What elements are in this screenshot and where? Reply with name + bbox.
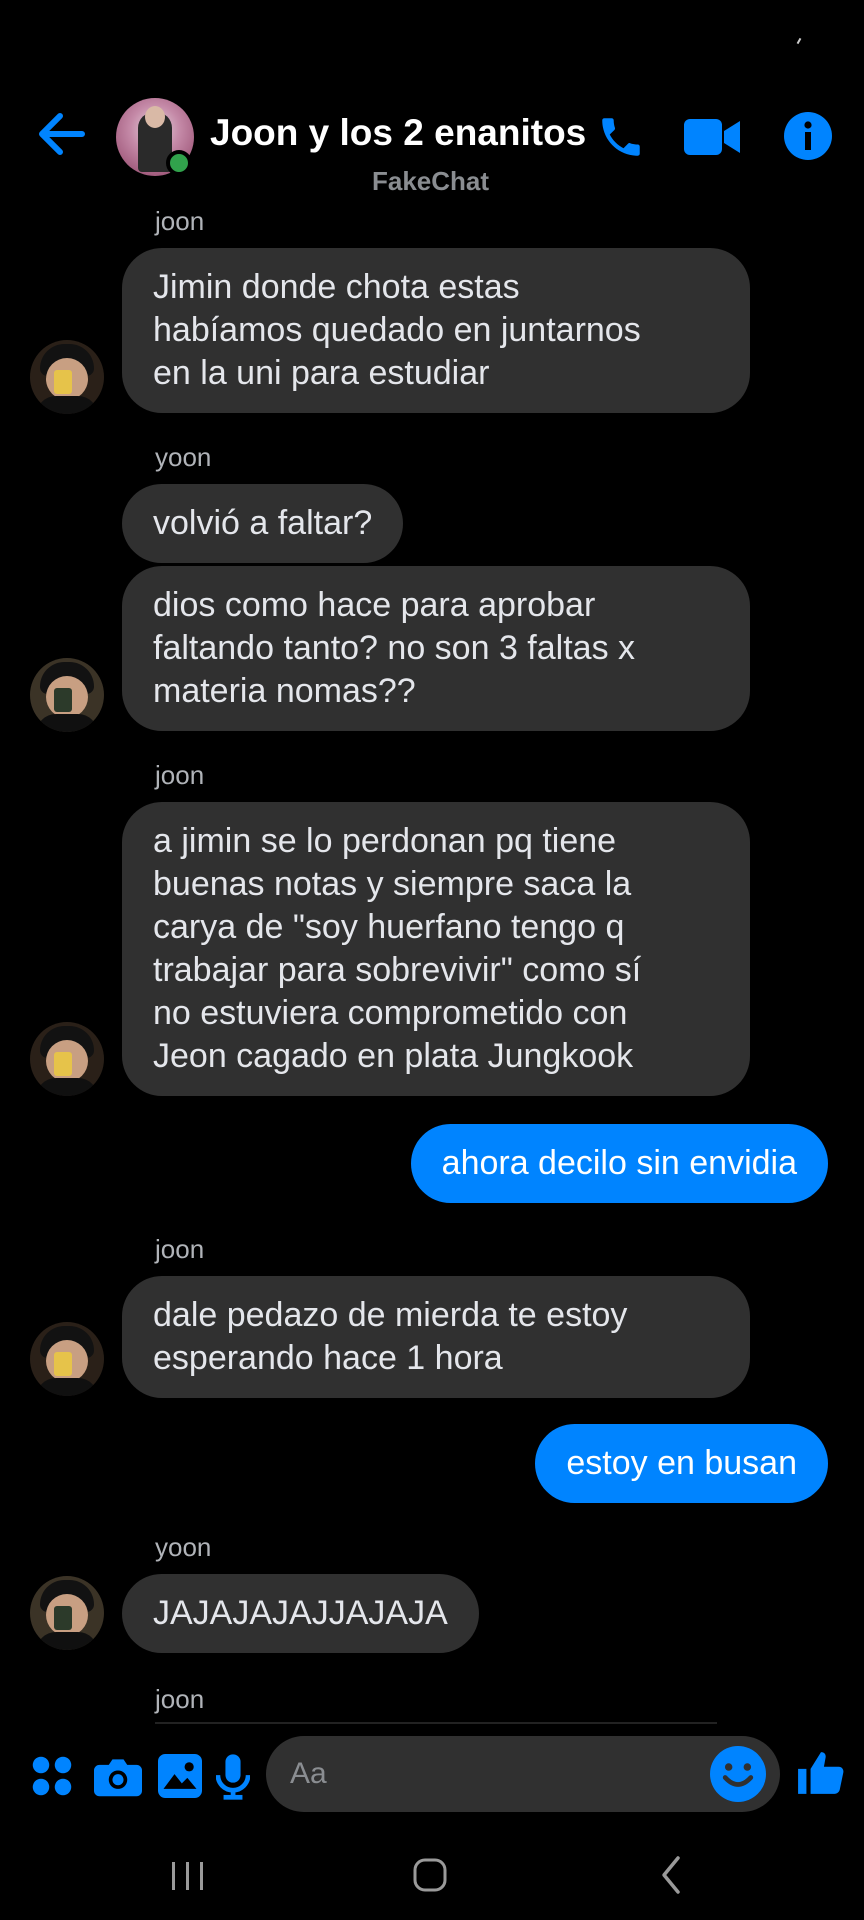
message-line: materia nomas?? <box>153 672 416 710</box>
recent-apps-icon[interactable] <box>158 1850 218 1900</box>
message-line: faltando tanto? no son 3 faltas x <box>153 629 636 667</box>
back-arrow-icon <box>39 113 85 155</box>
gallery-icon[interactable] <box>158 1754 202 1798</box>
chat-header: Joon y los 2 enanitos FakeChat <box>0 92 864 202</box>
message-line: trabajar para sobrevivir" como sí <box>153 951 642 989</box>
message-bubble[interactable]: dios como hace para aprobar faltando tan… <box>122 566 750 731</box>
sender-name: joon <box>155 1684 205 1714</box>
message-line: Jeon cagado en plata Jungkook <box>153 1037 634 1075</box>
message-input[interactable] <box>290 1750 690 1798</box>
message-line: a jimin se lo perdonan pq tiene <box>153 822 617 860</box>
chat-subtitle: FakeChat <box>372 166 490 196</box>
emoji-icon[interactable] <box>710 1746 766 1802</box>
home-icon[interactable] <box>400 1850 460 1900</box>
message-line: estoy en busan <box>566 1444 797 1482</box>
status-indicator <box>796 37 802 45</box>
avatar[interactable] <box>30 340 104 414</box>
sender-name: yoon <box>155 442 212 472</box>
status-bar <box>0 0 864 90</box>
sender-name: joon <box>155 760 205 790</box>
message-line: esperando hace 1 hora <box>153 1339 503 1377</box>
info-icon[interactable] <box>784 112 832 160</box>
message-input-box[interactable] <box>266 1736 780 1812</box>
avatar[interactable] <box>30 1576 104 1650</box>
avatar[interactable] <box>30 1022 104 1096</box>
message-line: carya de "soy huerfano tengo q <box>153 908 625 946</box>
avatar[interactable] <box>30 658 104 732</box>
message-bubble[interactable]: Jimin donde chota estas habíamos quedado… <box>122 248 750 413</box>
message-bubble-own[interactable]: estoy en busan <box>535 1424 828 1503</box>
message-divider <box>155 1722 717 1724</box>
back-icon[interactable] <box>642 1850 702 1900</box>
sender-name: yoon <box>155 1532 212 1562</box>
message-bubble[interactable]: a jimin se lo perdonan pq tiene buenas n… <box>122 802 750 1096</box>
message-line: en la uni para estudiar <box>153 354 490 392</box>
system-nav-bar <box>0 1830 864 1920</box>
message-line: Jimin donde chota estas <box>153 268 520 306</box>
message-line: buenas notas y siempre saca la <box>153 865 632 903</box>
message-bubble[interactable]: volvió a faltar? <box>122 484 404 563</box>
chat-title[interactable]: Joon y los 2 enanitos <box>210 112 586 154</box>
thumbs-up-icon[interactable] <box>796 1748 846 1798</box>
camera-icon[interactable] <box>94 1754 142 1798</box>
back-button[interactable] <box>36 112 96 162</box>
sender-name: joon <box>155 1234 205 1264</box>
message-bubble[interactable]: JAJAJAJAJJAJAJA <box>122 1574 479 1653</box>
avatar[interactable] <box>30 1322 104 1396</box>
composer-bar <box>0 1730 864 1820</box>
message-bubble[interactable]: dale pedazo de mierda te estoy esperando… <box>122 1276 750 1398</box>
microphone-icon[interactable] <box>216 1754 250 1800</box>
message-line: habíamos quedado en juntarnos <box>153 311 641 349</box>
message-line: JAJAJAJAJJAJAJA <box>153 1594 448 1632</box>
online-status-dot <box>166 150 192 176</box>
phone-icon[interactable] <box>596 112 646 162</box>
message-line: volvió a faltar? <box>153 504 373 542</box>
message-line: no estuviera comprometido con <box>153 994 628 1032</box>
message-line: dale pedazo de mierda te estoy <box>153 1296 628 1334</box>
message-line: dios como hace para aprobar <box>153 586 596 624</box>
video-camera-icon[interactable] <box>684 116 740 158</box>
sender-name: joon <box>155 206 205 236</box>
message-line: ahora decilo sin envidia <box>441 1144 797 1182</box>
apps-grid-icon[interactable] <box>30 1754 74 1798</box>
message-bubble-own[interactable]: ahora decilo sin envidia <box>410 1124 828 1203</box>
